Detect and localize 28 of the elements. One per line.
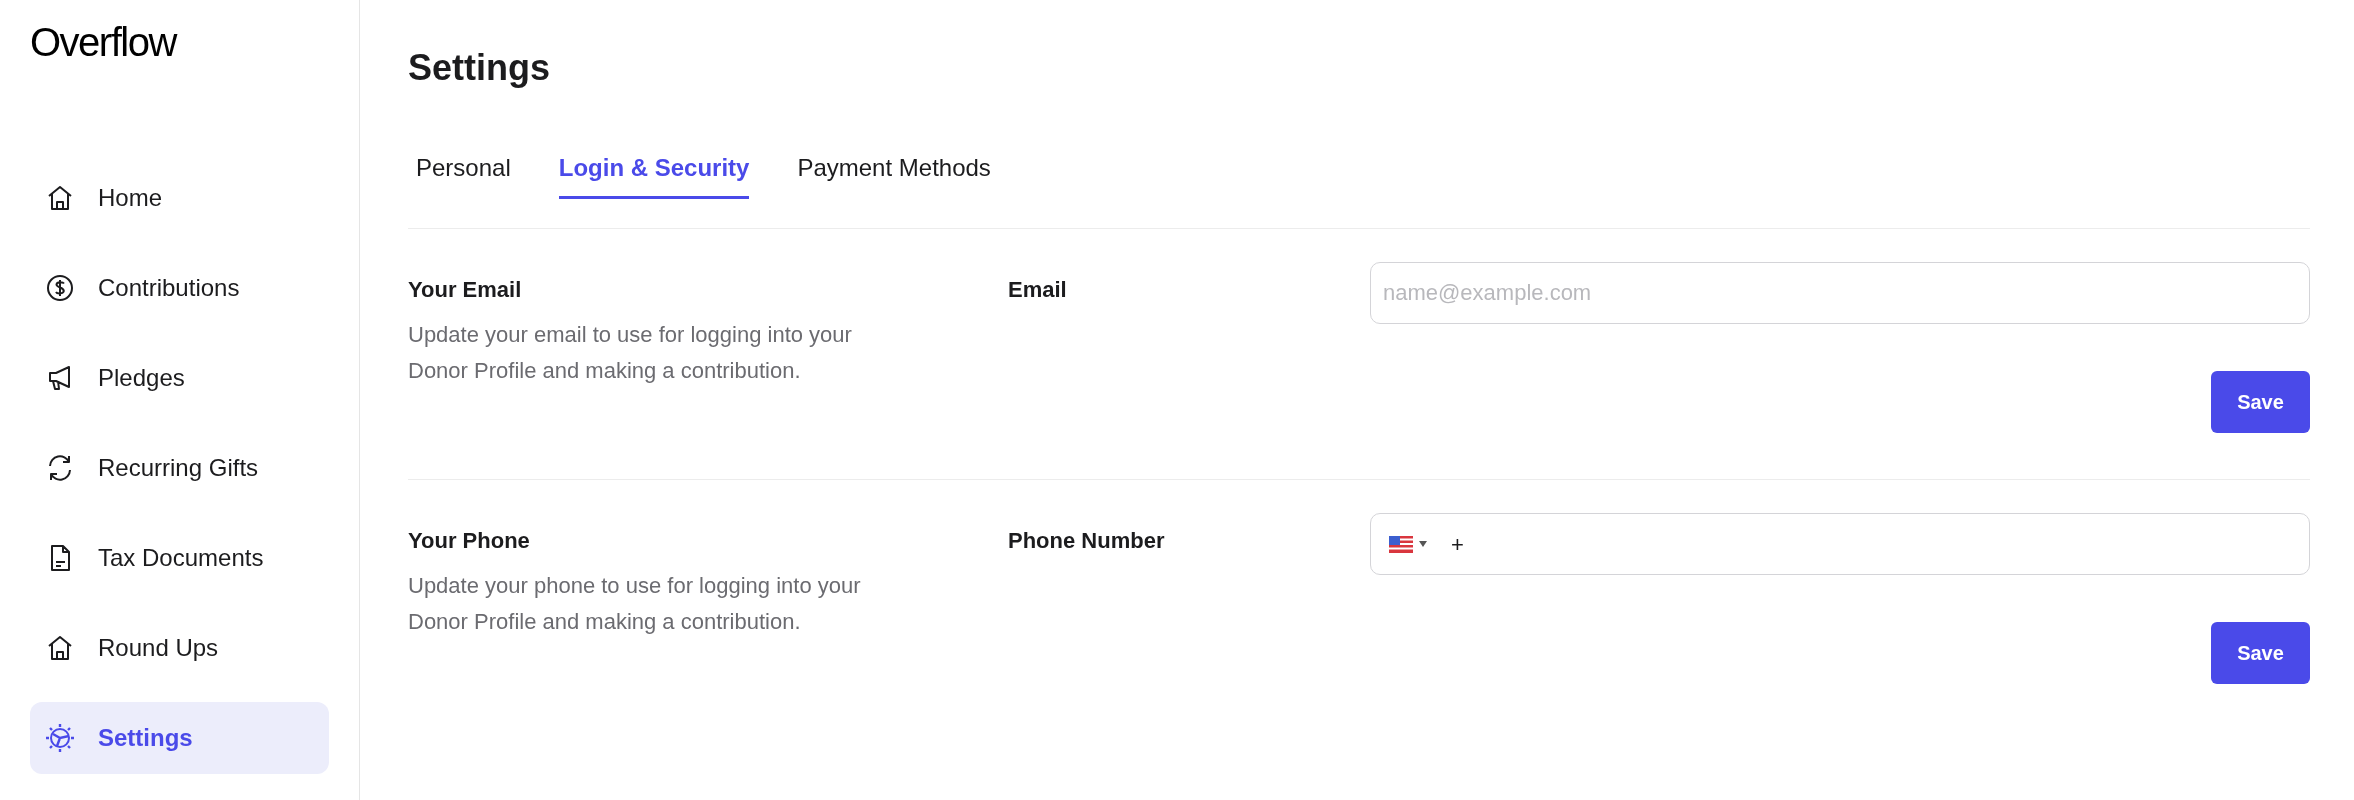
- tab[interactable]: Payment Methods: [797, 156, 991, 199]
- field-label: Email: [1008, 279, 1068, 301]
- phone-field[interactable]: +: [1370, 513, 2310, 575]
- dollar-icon: [45, 273, 75, 303]
- logo: Overflow: [30, 22, 178, 62]
- flag-dropdown[interactable]: [1389, 535, 1427, 553]
- field-label: Phone Number: [1008, 530, 1166, 552]
- sidebar-item[interactable]: Tax Documents: [30, 522, 329, 594]
- save-button[interactable]: Save: [2211, 622, 2310, 684]
- tab[interactable]: Personal: [416, 156, 511, 199]
- page-title: Settings: [408, 50, 551, 86]
- section-title: Your Email: [408, 279, 523, 301]
- sidebar-item[interactable]: Recurring Gifts: [30, 432, 329, 504]
- section-title: Your Phone: [408, 530, 531, 552]
- save-button[interactable]: Save: [2211, 371, 2310, 433]
- phone-input[interactable]: +: [1451, 527, 2291, 561]
- sidebar-item[interactable]: Contributions: [30, 252, 329, 324]
- sidebar-item[interactable]: Round Ups: [30, 612, 329, 684]
- sidebar-item[interactable]: Settings: [30, 702, 329, 774]
- flag-icon: [1389, 535, 1413, 553]
- sidebar-item[interactable]: Home: [30, 162, 329, 234]
- sidebar-item[interactable]: Pledges: [30, 342, 329, 414]
- email-field[interactable]: name@example.com: [1370, 262, 2310, 324]
- caret-icon: [1419, 541, 1427, 547]
- settings-icon: [45, 723, 75, 753]
- section-description: Update your email to use for logging into your Donor Profile and making a contribution.: [408, 321, 853, 385]
- tab[interactable]: Login & Security: [558, 156, 750, 199]
- section-description: Update your phone to use for logging into your Donor Profile and making a contribution.: [408, 572, 862, 636]
